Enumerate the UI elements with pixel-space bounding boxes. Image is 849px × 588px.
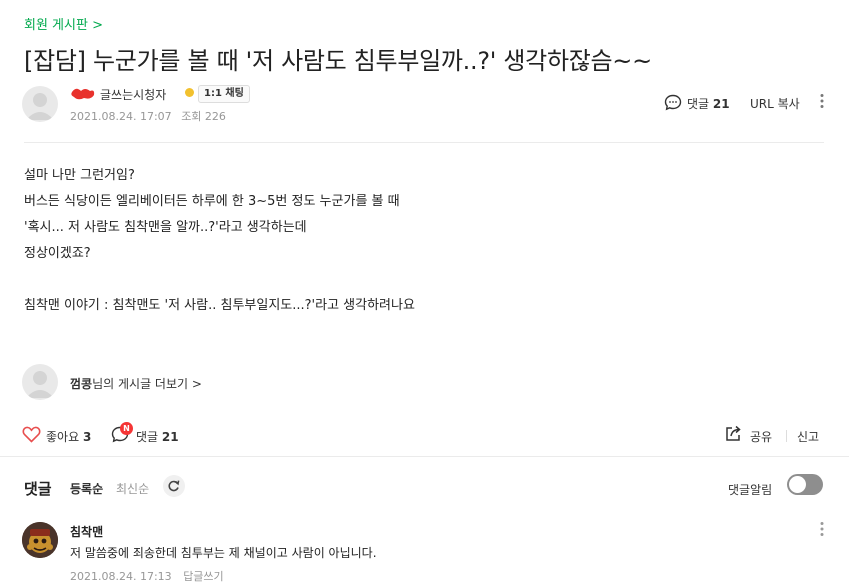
refresh-button[interactable] <box>163 475 185 497</box>
header-divider <box>24 142 824 143</box>
comment-count: 21 <box>712 97 730 111</box>
toggle-knob <box>789 476 806 493</box>
like-label: 좋아요 <box>46 430 80 444</box>
comment-label: 댓글 <box>687 97 710 111</box>
post-body: 설마 나만 그런거임? 버스든 식당이든 엘리베이터든 하루에 한 3~5번 정… <box>24 163 415 319</box>
author-redacted-mark <box>71 88 95 100</box>
share-icon[interactable] <box>725 425 743 442</box>
refresh-icon <box>168 480 180 492</box>
profile-avatar[interactable] <box>22 364 58 400</box>
body-line: 버스든 식당이든 엘리베이터든 하루에 한 3~5번 정도 누군가를 볼 때 <box>24 194 400 209</box>
comment-date: 2021.08.24. 17:13 <box>70 570 172 583</box>
comment-label: 댓글 <box>136 430 159 444</box>
new-badge: N <box>120 422 133 435</box>
like-button[interactable]: 좋아요 3 <box>46 428 91 445</box>
comment-alarm-toggle[interactable] <box>787 474 823 495</box>
comment-text: 저 말씀중에 죄송한데 침투부는 제 채널이고 사람이 아닙니다. <box>70 546 377 560</box>
kebab-icon[interactable] <box>815 521 829 537</box>
like-count: 3 <box>82 430 92 444</box>
board-link[interactable]: 회원 게시판 > <box>24 14 103 33</box>
member-level-icon <box>185 88 194 97</box>
author-nickname[interactable]: 글쓰는시청자 <box>100 86 166 103</box>
body-line: 정상이겠죠? <box>24 246 91 261</box>
comment-meta: 2021.08.24. 17:13 답글쓰기 <box>70 568 232 584</box>
body-line: 침착맨 이야기 : 침착맨도 '저 사람.. 침투부일지도...?'라고 생각하… <box>24 298 415 313</box>
author-avatar[interactable] <box>22 86 58 122</box>
commenter-nickname[interactable]: 침착맨 <box>70 523 103 540</box>
body-line: 설마 나만 그런거임? <box>24 168 135 183</box>
report-button[interactable]: 신고 <box>797 428 819 445</box>
share-button[interactable]: 공유 <box>750 428 772 445</box>
heart-icon[interactable] <box>22 426 41 443</box>
post-meta: 2021.08.24. 17:07 조회 226 <box>70 108 232 124</box>
post-date: 2021.08.24. 17:07 <box>70 110 172 123</box>
post-views: 조회 226 <box>181 110 226 123</box>
comments-title: 댓글 <box>24 480 52 498</box>
commenter-avatar[interactable] <box>22 522 58 558</box>
profile-name: 껌콩 <box>70 377 93 391</box>
sort-registered-tab[interactable]: 등록순 <box>70 480 103 497</box>
comment-count-top[interactable]: 댓글 21 <box>687 95 730 112</box>
comment-button[interactable]: 댓글 21 <box>136 428 179 445</box>
post-title: [잡담] 누군가를 볼 때 '저 사람도 침투부일까..?' 생각하잖슴~~ <box>24 47 652 75</box>
separator <box>786 430 787 442</box>
comment-alarm-label: 댓글알림 <box>728 483 773 497</box>
comment-icon[interactable] <box>664 94 682 111</box>
profile-more-link[interactable]: 껌콩님의 게시글 더보기 > <box>70 375 202 392</box>
body-line <box>24 267 415 293</box>
comment-count: 21 <box>161 430 179 444</box>
sort-newest-tab[interactable]: 최신순 <box>116 480 149 497</box>
url-copy-button[interactable]: URL 복사 <box>750 95 800 112</box>
chat-button[interactable]: 1:1 채팅 <box>198 85 250 103</box>
body-line: '혹시... 저 사람도 침착맨을 알까..?'라고 생각하는데 <box>24 220 307 235</box>
section-divider <box>0 456 849 457</box>
kebab-icon[interactable] <box>815 93 829 109</box>
reply-button[interactable]: 답글쓰기 <box>183 570 223 583</box>
profile-more-label: 님의 게시글 더보기 > <box>92 377 202 391</box>
